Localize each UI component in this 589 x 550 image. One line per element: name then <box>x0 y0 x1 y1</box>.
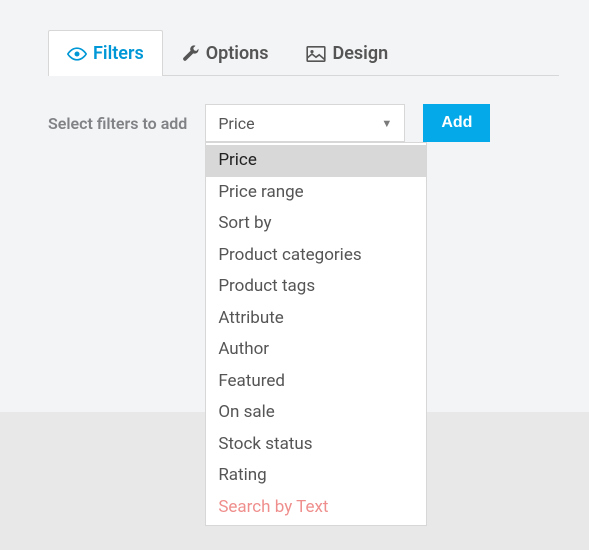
option-product-categories[interactable]: Product categories <box>206 240 426 272</box>
image-icon <box>306 46 326 62</box>
filter-select-value: Price <box>218 114 254 133</box>
option-search-by-text[interactable]: Search by Text <box>206 492 426 524</box>
option-price[interactable]: Price <box>206 145 426 177</box>
eye-icon <box>67 47 87 61</box>
filter-select-dropdown: Price Price range Sort by Product catego… <box>205 142 427 526</box>
filter-select[interactable]: Price ▼ <box>205 104 405 142</box>
add-button[interactable]: Add <box>423 104 490 142</box>
option-author[interactable]: Author <box>206 334 426 366</box>
option-sort-by[interactable]: Sort by <box>206 208 426 240</box>
tab-design-label: Design <box>332 43 388 64</box>
wrench-icon <box>182 45 200 63</box>
option-featured[interactable]: Featured <box>206 366 426 398</box>
option-attribute[interactable]: Attribute <box>206 303 426 335</box>
tab-options[interactable]: Options <box>163 30 288 76</box>
tab-filters[interactable]: Filters <box>48 30 163 76</box>
tab-bar: Filters Options Design <box>48 30 559 76</box>
option-price-range[interactable]: Price range <box>206 177 426 209</box>
tab-options-label: Options <box>206 43 269 64</box>
option-stock-status[interactable]: Stock status <box>206 429 426 461</box>
select-filters-label: Select filters to add <box>48 114 187 133</box>
option-product-tags[interactable]: Product tags <box>206 271 426 303</box>
filters-panel: Select filters to add Price ▼ Price Pric… <box>48 76 559 302</box>
tab-filters-label: Filters <box>93 43 144 64</box>
tab-design[interactable]: Design <box>287 30 407 76</box>
chevron-down-icon: ▼ <box>381 117 392 130</box>
option-rating[interactable]: Rating <box>206 460 426 492</box>
option-on-sale[interactable]: On sale <box>206 397 426 429</box>
